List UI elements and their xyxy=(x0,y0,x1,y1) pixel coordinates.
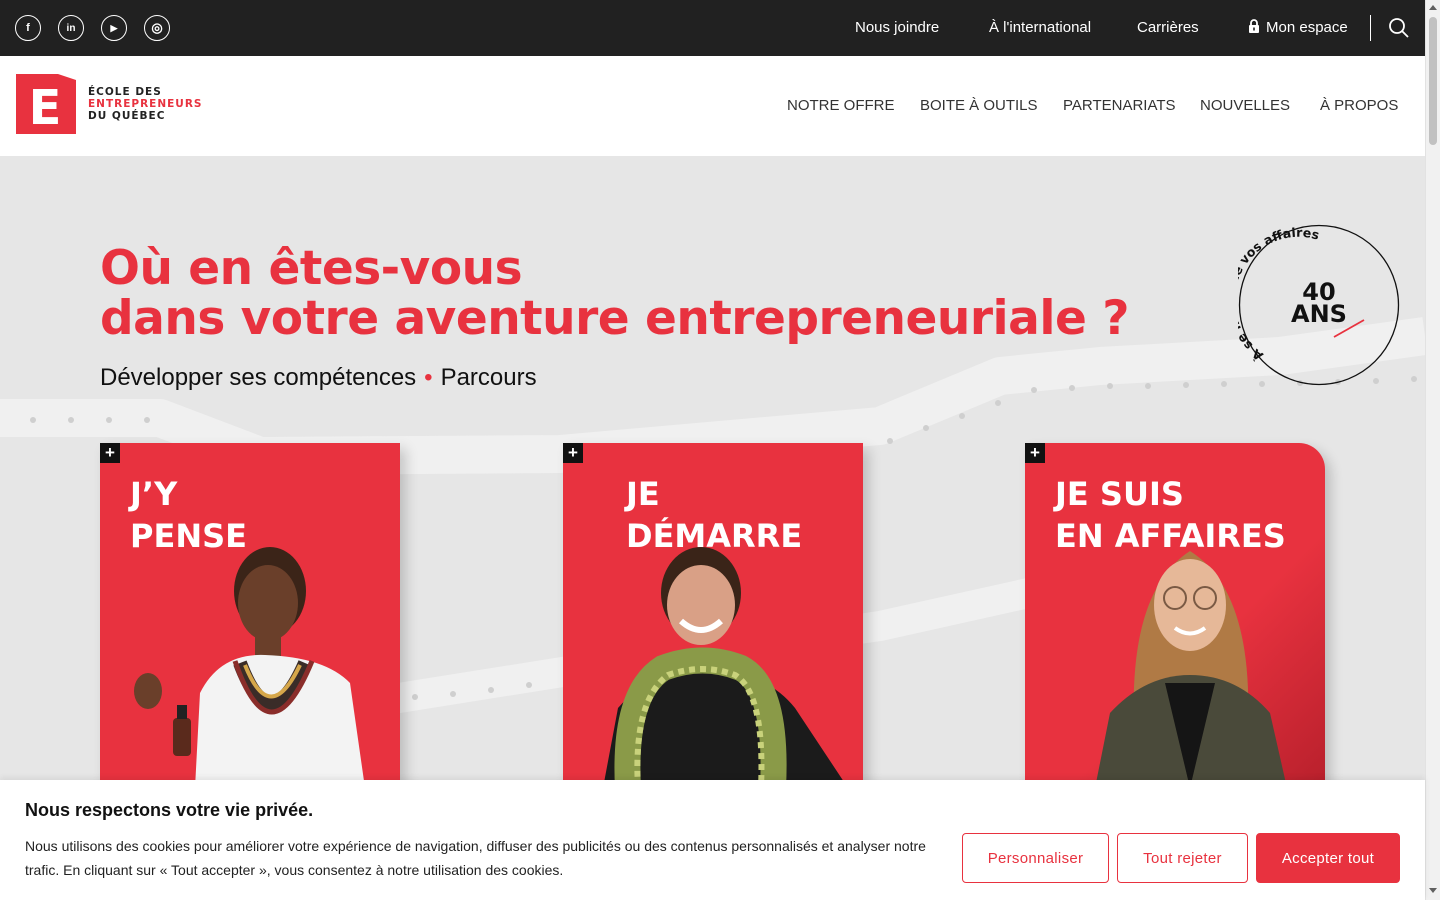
anniversary-badge: À se mêler de vos affaires 40 ANS xyxy=(1223,224,1400,386)
cookie-title: Nous respectons votre vie privée. xyxy=(25,800,314,820)
scroll-down-arrow[interactable] xyxy=(1429,888,1437,893)
nav-partners[interactable]: PARTENARIATS xyxy=(1063,97,1176,114)
cookie-banner: Nous respectons votre vie privée. Nous u… xyxy=(0,780,1425,900)
cookie-text: Nous utilisons des cookies pour améliore… xyxy=(25,838,926,878)
nav-offer[interactable]: NOTRE OFFRE xyxy=(787,97,895,114)
breadcrumb: Développer ses compétences • Parcours xyxy=(100,364,537,392)
contact-link[interactable]: Nous joindre xyxy=(855,19,939,36)
hero-title-line-1: Où en êtes-vous xyxy=(100,241,523,296)
hero-title-line-2: dans votre aventure entrepreneuriale ? xyxy=(100,291,1129,346)
nav-about[interactable]: À PROPOS xyxy=(1320,97,1398,114)
card-1-title: J’Y PENSE xyxy=(130,475,247,555)
logo-text: ÉCOLE DES ENTREPRENEURS DU QUÉBEC xyxy=(88,86,202,122)
logo-line-2: ENTREPRENEURS xyxy=(88,98,203,110)
nav-tools[interactable]: BOITE À OUTILS xyxy=(920,97,1038,114)
linkedin-icon[interactable]: in xyxy=(58,15,84,41)
card-jy-pense[interactable]: J’Y PENSE xyxy=(100,443,400,788)
badge-unit: ANS xyxy=(1291,300,1347,328)
nav-news[interactable]: NOUVELLES xyxy=(1200,97,1290,114)
logo-line-3: DU QUÉBEC xyxy=(88,110,166,122)
international-link[interactable]: À l'international xyxy=(989,19,1091,36)
logo-line-1: ÉCOLE DES xyxy=(88,86,162,98)
breadcrumb-skills[interactable]: Développer ses compétences xyxy=(100,364,416,391)
svg-text:E: E xyxy=(29,80,62,134)
lock-icon xyxy=(1249,19,1259,33)
card-en-affaires[interactable]: JE SUIS EN AFFAIRES xyxy=(1025,443,1325,788)
breadcrumb-separator: • xyxy=(424,364,433,391)
customize-button[interactable]: Personnaliser xyxy=(962,833,1109,883)
scroll-thumb[interactable] xyxy=(1429,17,1437,145)
top-bar: f in ▶ ◎ Nous joindre À l'international … xyxy=(0,0,1425,56)
breadcrumb-path[interactable]: Parcours xyxy=(441,364,537,391)
card-2-expand-button[interactable]: + xyxy=(563,443,583,463)
scroll-up-arrow[interactable] xyxy=(1429,5,1437,10)
accept-all-button[interactable]: Accepter tout xyxy=(1256,833,1400,883)
card-2-title: JE DÉMARRE xyxy=(626,475,803,555)
topbar-divider xyxy=(1370,15,1371,41)
main-header: E ÉCOLE DES ENTREPRENEURS DU QUÉBEC NOTR… xyxy=(0,56,1425,156)
facebook-icon[interactable]: f xyxy=(15,15,41,41)
account-label: Mon espace xyxy=(1266,19,1348,36)
search-icon[interactable] xyxy=(1388,17,1410,39)
card-je-demarre[interactable]: JE DÉMARRE xyxy=(563,443,863,788)
youtube-icon[interactable]: ▶ xyxy=(101,15,127,41)
account-link[interactable]: Mon espace xyxy=(1248,19,1348,36)
hero-title: Où en êtes-vous dans votre aventure entr… xyxy=(100,244,1129,344)
card-3-expand-button[interactable]: + xyxy=(1025,443,1045,463)
instagram-icon[interactable]: ◎ xyxy=(144,15,170,41)
reject-all-button[interactable]: Tout rejeter xyxy=(1117,833,1248,883)
logo-mark: E xyxy=(16,74,76,136)
careers-link[interactable]: Carrières xyxy=(1137,19,1199,36)
scrollbar[interactable] xyxy=(1425,0,1440,900)
card-1-expand-button[interactable]: + xyxy=(100,443,120,463)
card-3-title: JE SUIS EN AFFAIRES xyxy=(1055,475,1286,555)
